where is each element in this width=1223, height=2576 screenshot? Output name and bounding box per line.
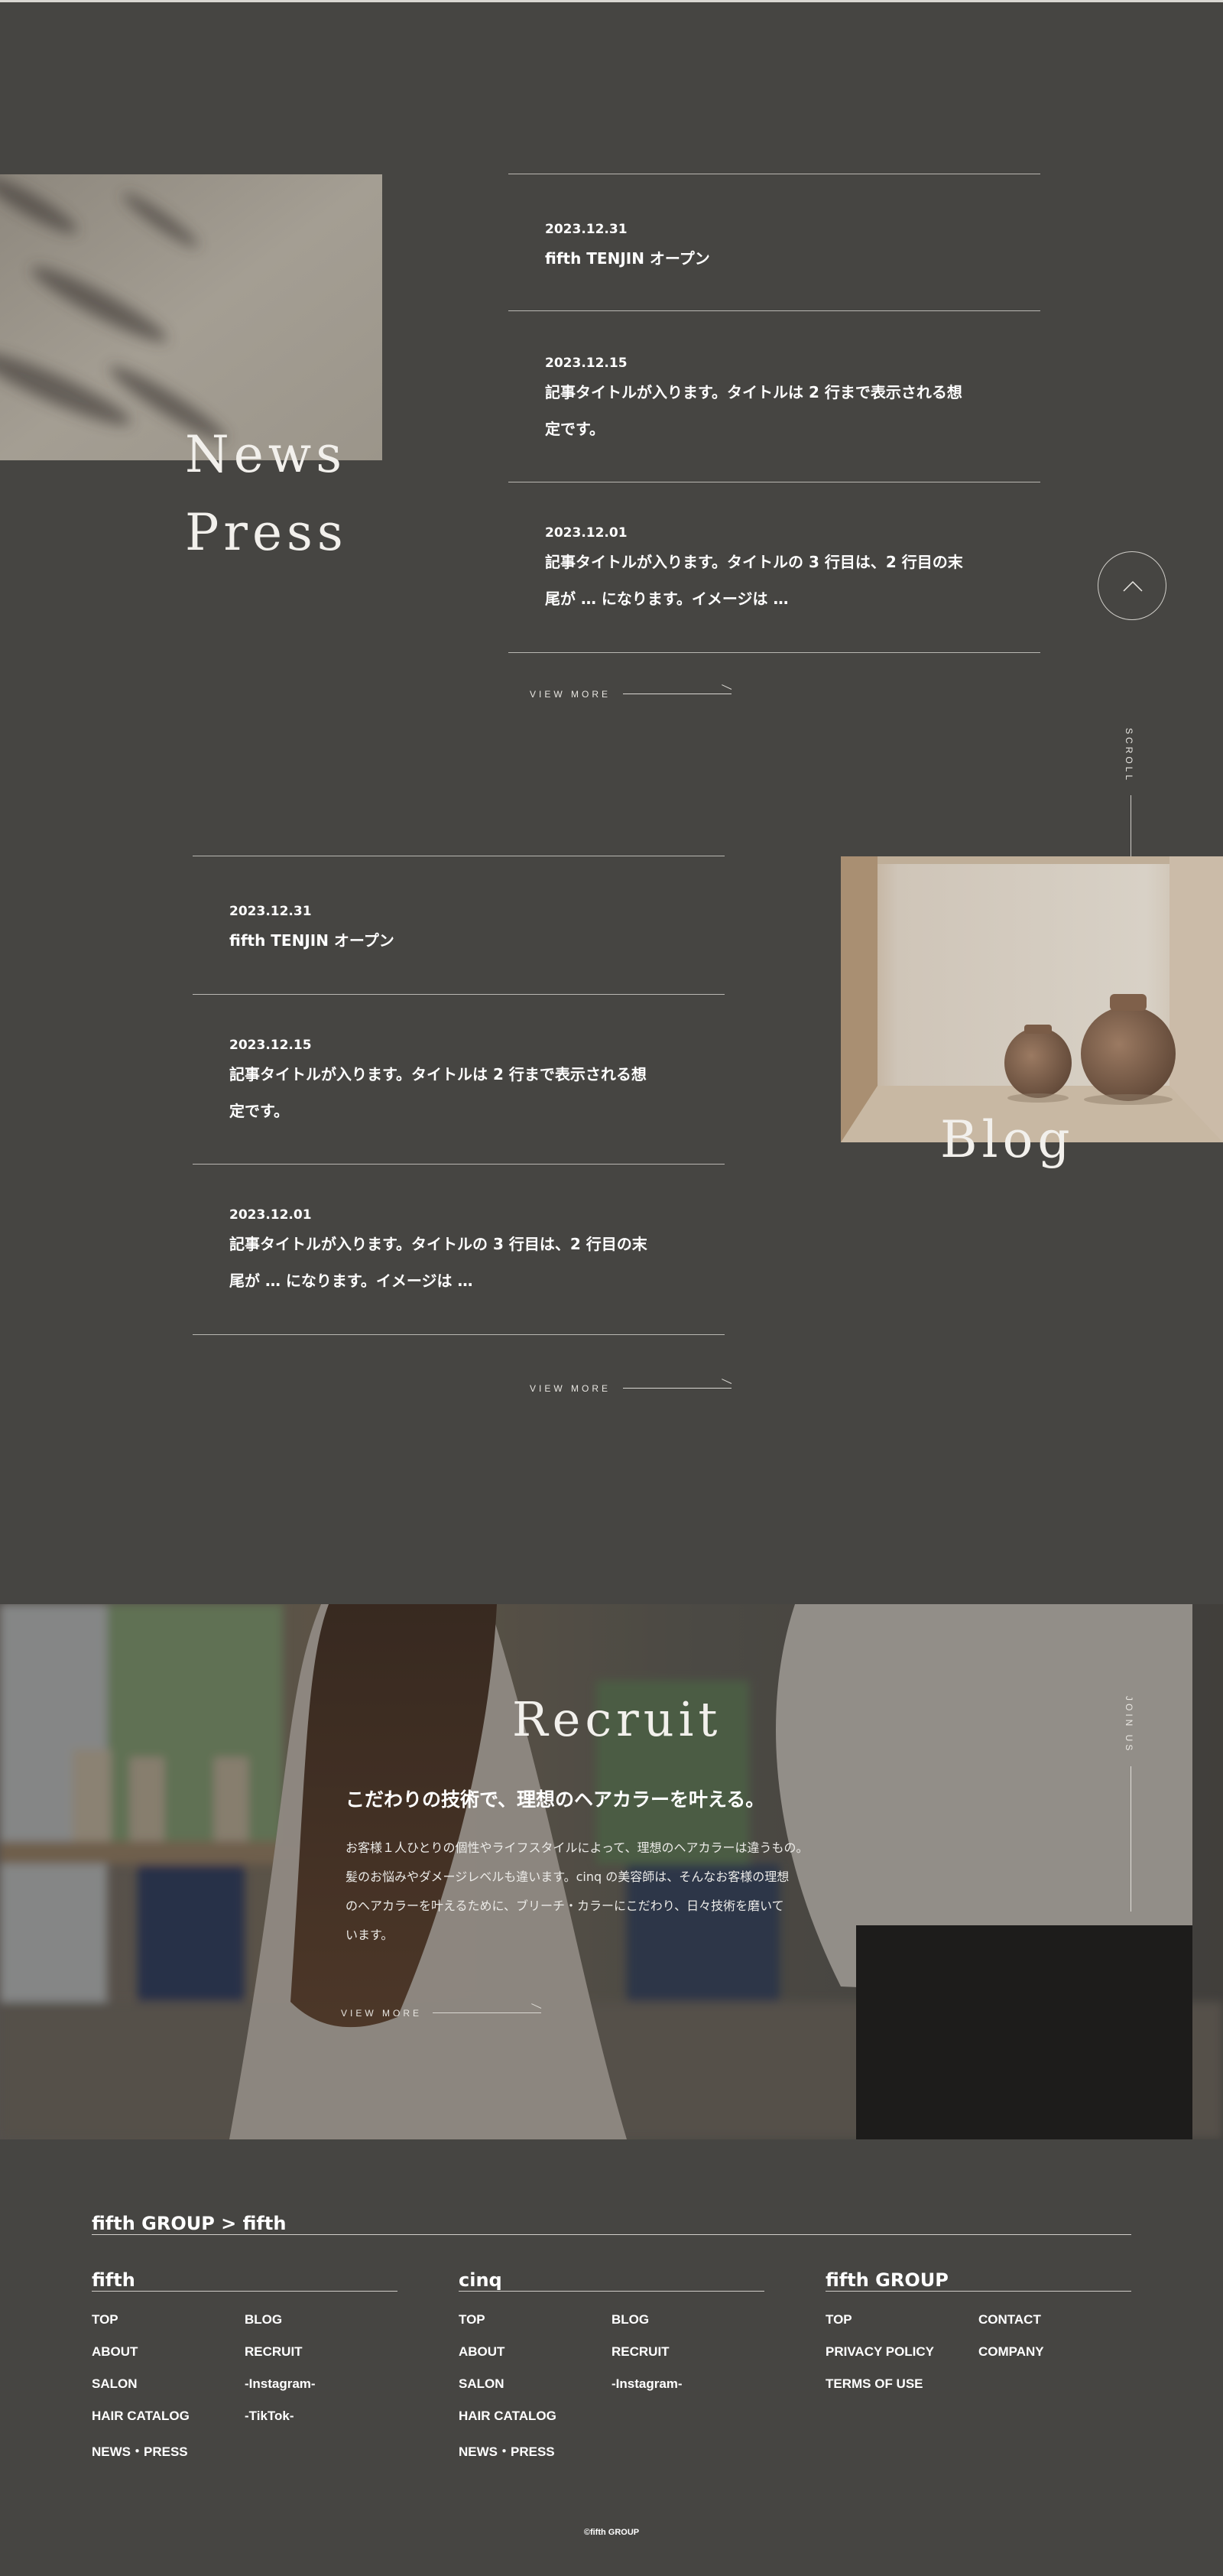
- copyright: ©fifth GROUP: [583, 2528, 640, 2537]
- blog-image: [841, 856, 1223, 1142]
- top-divider: [0, 0, 1223, 2]
- news-item-title: fifth TENJIN オープン: [545, 249, 710, 268]
- footer-link-fifth-instagram[interactable]: -Instagram-: [245, 2376, 316, 2392]
- blog-item-date: 2023.12.15: [229, 1038, 312, 1053]
- scroll-label: SCROLL: [1124, 728, 1134, 784]
- news-item-date: 2023.12.31: [545, 222, 628, 237]
- scroll-top-button[interactable]: [1098, 551, 1166, 620]
- recruit-heading: こだわりの技術で、理想のヘアカラーを叶える。: [345, 1788, 765, 1811]
- footer-link-fifth-blog[interactable]: BLOG: [245, 2312, 282, 2327]
- footer-link-cinq-top[interactable]: TOP: [459, 2312, 485, 2327]
- news-item-date: 2023.12.01: [545, 525, 628, 541]
- footer-link-cinq-about[interactable]: ABOUT: [459, 2344, 504, 2360]
- news-item[interactable]: 2023.12.15 記事タイトルが入ります。タイトルは 2 行まで表示される想…: [508, 311, 1040, 482]
- footer-link-fifth-tiktok[interactable]: -TikTok-: [245, 2409, 294, 2424]
- chevron-up-icon: [1123, 580, 1143, 592]
- blog-item-date: 2023.12.01: [229, 1207, 312, 1223]
- news-item-title-line-2: 尾が … になります。イメージは …: [545, 590, 789, 608]
- footer-link-fifth-top[interactable]: TOP: [92, 2312, 118, 2327]
- recruit-body-line: お客様１人ひとりの個性やライフスタイルによって、理想のヘアカラーは違うもの。: [345, 1840, 809, 1855]
- footer-link-cinq-salon[interactable]: SALON: [459, 2376, 504, 2392]
- news-item-date: 2023.12.15: [545, 356, 628, 371]
- blog-item-date: 2023.12.31: [229, 904, 312, 919]
- blog-item[interactable]: 2023.12.15 記事タイトルが入ります。タイトルは 2 行まで表示される想…: [193, 995, 725, 1165]
- recruit-body: お客様１人ひとりの個性やライフスタイルによって、理想のヘアカラーは違うもの。 髪…: [345, 1834, 808, 1950]
- footer-link-group-privacy-policy[interactable]: PRIVACY POLICY: [826, 2344, 934, 2360]
- blog-item[interactable]: 2023.12.31 fifth TENJIN オープン: [193, 856, 725, 994]
- recruit-body-line: 髪のお悩みやダメージレベルも違います。cinq の美容師は、そんなお客様の理想: [345, 1869, 790, 1884]
- footer-column-title-fifth[interactable]: fifth: [92, 2269, 135, 2291]
- footer-link-group-company[interactable]: COMPANY: [978, 2344, 1044, 2360]
- news-item[interactable]: 2023.12.31 fifth TENJIN オープン: [508, 174, 1040, 310]
- news-divider: [508, 652, 1040, 653]
- footer-link-cinq-recruit[interactable]: RECRUIT: [612, 2344, 670, 2360]
- footer-link-fifth-salon[interactable]: SALON: [92, 2376, 138, 2392]
- footer-link-group-terms-of-use[interactable]: TERMS OF USE: [826, 2376, 923, 2392]
- news-item[interactable]: 2023.12.01 記事タイトルが入ります。タイトルの 3 行目は、2 行目の…: [508, 482, 1040, 652]
- news-view-more-link[interactable]: VIEW MORE: [530, 689, 611, 700]
- footer-link-cinq-hair-catalog[interactable]: HAIR CATALOG: [459, 2409, 556, 2424]
- footer-link-fifth-recruit[interactable]: RECRUIT: [245, 2344, 303, 2360]
- footer-link-group-top[interactable]: TOP: [826, 2312, 852, 2327]
- footer-breadcrumb-line: [92, 2234, 1131, 2235]
- blog-title: Blog: [940, 1110, 1075, 1169]
- blog-item-title-line-1: 記事タイトルが入ります。タイトルの 3 行目は、2 行目の末: [229, 1235, 647, 1253]
- news-title: News: [185, 425, 347, 484]
- footer-column-line: [826, 2291, 1131, 2292]
- footer-breadcrumb[interactable]: fifth GROUP > fifth: [92, 2213, 286, 2234]
- blog-item-title: fifth TENJIN オープン: [229, 931, 394, 950]
- footer-column-line: [92, 2291, 397, 2292]
- news-item-title-line-1: 記事タイトルが入ります。タイトルの 3 行目は、2 行目の末: [545, 553, 963, 571]
- news-item-title-line-2: 定です。: [545, 420, 605, 438]
- recruit-view-more-arrow-icon: [433, 2012, 541, 2013]
- blog-item-title-line-1: 記事タイトルが入ります。タイトルは 2 行まで表示される想: [229, 1065, 647, 1083]
- recruit-title: Recruit: [512, 1691, 722, 1747]
- footer-link-group-contact[interactable]: CONTACT: [978, 2312, 1041, 2327]
- footer-column-line: [459, 2291, 764, 2292]
- blog-item-title-line-2: 尾が … になります。イメージは …: [229, 1272, 473, 1290]
- recruit-body-line: のヘアカラーを叶えるために、ブリーチ・カラーにこだわり、日々技術を磨いて: [345, 1899, 784, 1913]
- recruit-view-more-link[interactable]: VIEW MORE: [341, 2008, 422, 2019]
- blog-item-title-line-2: 定です。: [229, 1102, 289, 1120]
- footer-column-title-cinq[interactable]: cinq: [459, 2269, 502, 2291]
- blog-divider: [193, 1334, 725, 1335]
- press-title: Press: [185, 503, 348, 562]
- footer-link-cinq-blog[interactable]: BLOG: [612, 2312, 649, 2327]
- footer-link-fifth-hair-catalog[interactable]: HAIR CATALOG: [92, 2409, 190, 2424]
- footer-link-fifth-about[interactable]: ABOUT: [92, 2344, 138, 2360]
- footer-link-cinq-news-press[interactable]: NEWS・PRESS: [459, 2441, 555, 2460]
- recruit-body-line: います。: [345, 1928, 394, 1942]
- blog-view-more-arrow-icon: [623, 1388, 732, 1389]
- blog-item[interactable]: 2023.12.01 記事タイトルが入ります。タイトルの 3 行目は、2 行目の…: [193, 1165, 725, 1334]
- footer-link-fifth-news-press[interactable]: NEWS・PRESS: [92, 2441, 188, 2460]
- footer-link-cinq-instagram[interactable]: -Instagram-: [612, 2376, 683, 2392]
- news-item-title-line-1: 記事タイトルが入ります。タイトルは 2 行まで表示される想: [545, 383, 962, 401]
- news-image: [0, 174, 382, 460]
- blog-view-more-link[interactable]: VIEW MORE: [530, 1383, 611, 1394]
- footer-column-title-fifth-group[interactable]: fifth GROUP: [826, 2269, 949, 2291]
- join-us-label: JOIN US: [1124, 1696, 1134, 1754]
